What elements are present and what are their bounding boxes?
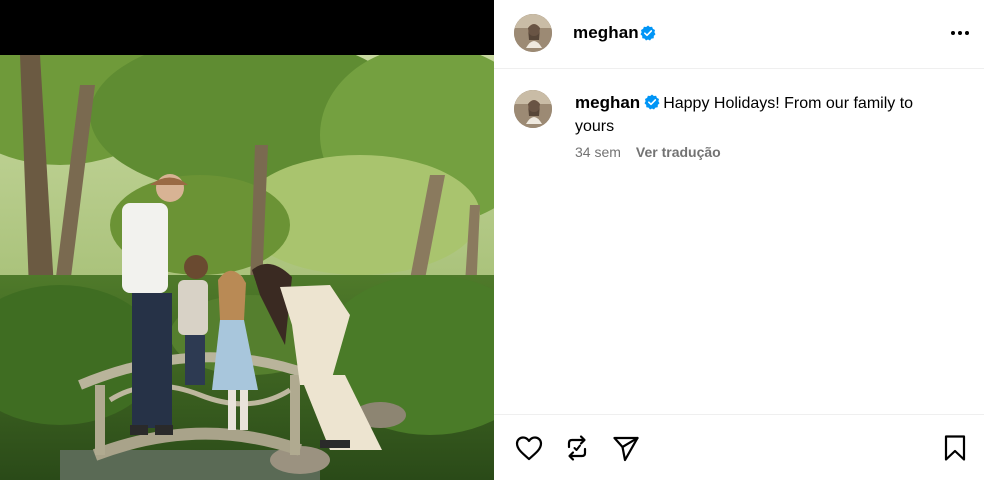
author-username[interactable]: meghan	[573, 23, 639, 43]
heart-icon[interactable]	[514, 433, 544, 463]
verified-badge-icon	[644, 94, 660, 110]
caption-username[interactable]: meghan	[575, 93, 640, 112]
post-age[interactable]: 34 sem	[575, 144, 621, 160]
more-dot	[958, 31, 962, 35]
bookmark-icon[interactable]	[940, 433, 970, 463]
post-header: meghan	[494, 0, 984, 69]
caption-meta: 34 sem Ver tradução	[575, 144, 721, 160]
post-photo[interactable]	[0, 55, 494, 480]
more-dot	[951, 31, 955, 35]
caption-text: meghan Happy Holidays! From our family t…	[575, 91, 955, 138]
verified-badge-icon	[640, 25, 656, 41]
see-translation-link[interactable]: Ver tradução	[636, 144, 721, 160]
media-pane	[0, 0, 494, 480]
action-bar	[494, 414, 984, 480]
more-dot	[965, 31, 969, 35]
more-options-icon[interactable]	[946, 22, 974, 44]
post-side-pane: meghan meghan Happy Holidays! From our f…	[494, 0, 984, 480]
send-icon[interactable]	[611, 433, 641, 463]
profile-avatar-icon[interactable]	[514, 14, 552, 52]
caption-avatar-icon[interactable]	[514, 90, 552, 128]
repost-icon[interactable]	[562, 433, 592, 463]
